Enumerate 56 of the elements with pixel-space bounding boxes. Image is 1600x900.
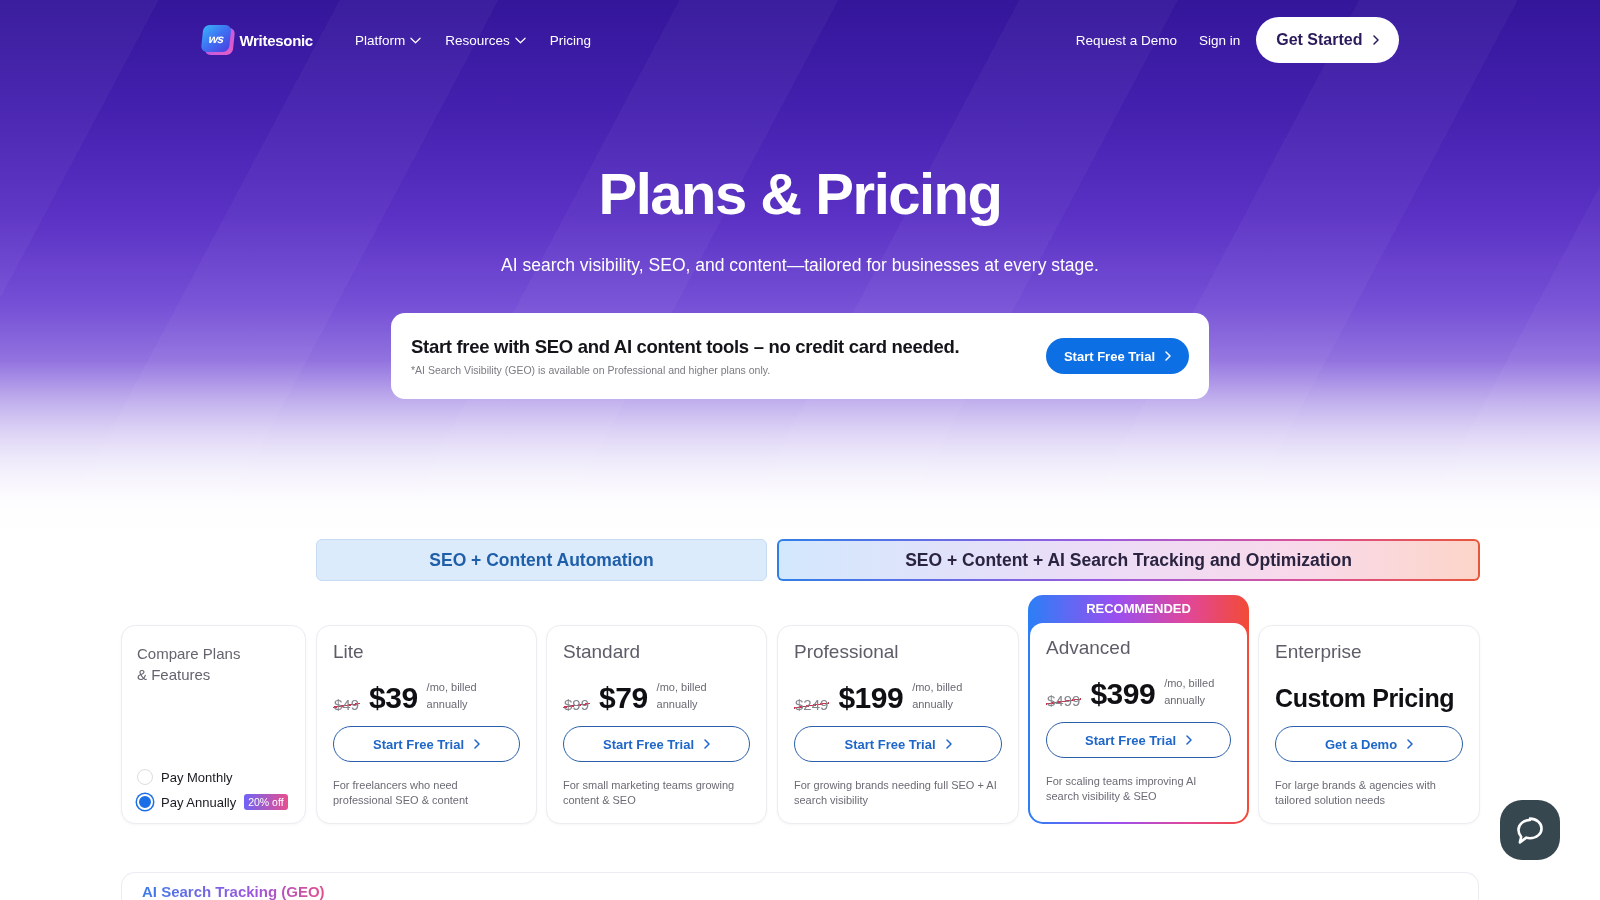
plan-description: For small marketing teams growing content & SEO: [563, 778, 736, 808]
nav-item[interactable]: Resources: [445, 32, 526, 48]
plan-name: Professional: [794, 641, 899, 663]
price-note: /mo, billed annually: [656, 680, 708, 712]
plan-price: $79: [599, 681, 648, 715]
plan-group-header: SEO + Content + AI Search Tracking and Optimization: [777, 539, 1480, 581]
logo-mark: ws: [199, 25, 236, 55]
plan-price: $39: [369, 681, 418, 715]
radio-label[interactable]: Pay Annually: [161, 794, 237, 810]
chevron-right-icon: [1165, 351, 1171, 361]
header-link[interactable]: Sign in: [1198, 32, 1241, 48]
header-link[interactable]: Request a Demo: [1075, 32, 1177, 48]
brand-name: Writesonic: [239, 31, 313, 49]
chevron-right-icon: [1186, 735, 1192, 745]
chat-bubble-icon: [1517, 816, 1543, 844]
compare-title: Compare Plans: [137, 644, 241, 664]
compare-title: & Features: [137, 665, 211, 685]
nav-item[interactable]: Platform: [354, 32, 422, 48]
plan-price: Custom Pricing: [1275, 683, 1455, 713]
plan-description: For large brands & agencies with tailored solution needs: [1275, 778, 1437, 808]
plan-price: $199: [838, 681, 904, 715]
radio-button[interactable]: [137, 769, 153, 785]
plan-name: Enterprise: [1275, 641, 1362, 663]
chat-button[interactable]: [1500, 800, 1560, 860]
recommended-label: RECOMMENDED: [1085, 600, 1192, 618]
chevron-right-icon: [945, 739, 952, 749]
plan-description: For growing brands needing full SEO + AI search visibility: [794, 778, 998, 808]
discount-badge: 20% off: [244, 794, 288, 810]
page-title: Plans & Pricing: [598, 160, 1002, 228]
chevron-right-icon: [1372, 35, 1379, 45]
plan-description: For freelancers who need professional SEO & content: [333, 778, 470, 808]
chevron-right-icon: [704, 739, 710, 749]
start-free-trial-button[interactable]: Start Free Trial: [1045, 338, 1189, 374]
plan-name: Advanced: [1046, 637, 1131, 659]
plan-name: Lite: [333, 641, 364, 663]
plan-name: Standard: [563, 641, 641, 663]
banner-note: *AI Search Visibility (GEO) is available on Professional and higher plans only.: [411, 364, 771, 376]
plan-description: For scaling teams improving AI search visibility & SEO: [1046, 774, 1198, 804]
price-note: /mo, billed annually: [426, 680, 478, 712]
plan-cta-button[interactable]: Get a Demo: [1275, 726, 1463, 762]
plan-cta-button[interactable]: Start Free Trial: [563, 726, 750, 762]
radio-label[interactable]: Pay Monthly: [161, 769, 233, 785]
plan-group-header: SEO + Content Automation: [316, 539, 767, 581]
chevron-right-icon: [474, 739, 480, 749]
price-note: /mo, billed annually: [912, 680, 964, 712]
get-started-button[interactable]: Get Started: [1256, 17, 1399, 63]
banner-heading: Start free with SEO and AI content tools – no credit card needed.: [411, 336, 960, 358]
price-note: /mo, billed annually: [1164, 676, 1216, 708]
plan-cta-button[interactable]: Start Free Trial: [1046, 722, 1231, 758]
page-subtitle: AI search visibility, SEO, and content—tailored for businesses at every stage.: [501, 254, 1099, 277]
plan-cta-button[interactable]: Start Free Trial: [794, 726, 1002, 762]
plan-price: $399: [1090, 677, 1156, 711]
chevron-right-icon: [1407, 739, 1414, 749]
plan-cta-button[interactable]: Start Free Trial: [333, 726, 520, 762]
section-title: AI Search Tracking (GEO): [142, 883, 325, 900]
nav-item[interactable]: Pricing: [549, 32, 591, 48]
